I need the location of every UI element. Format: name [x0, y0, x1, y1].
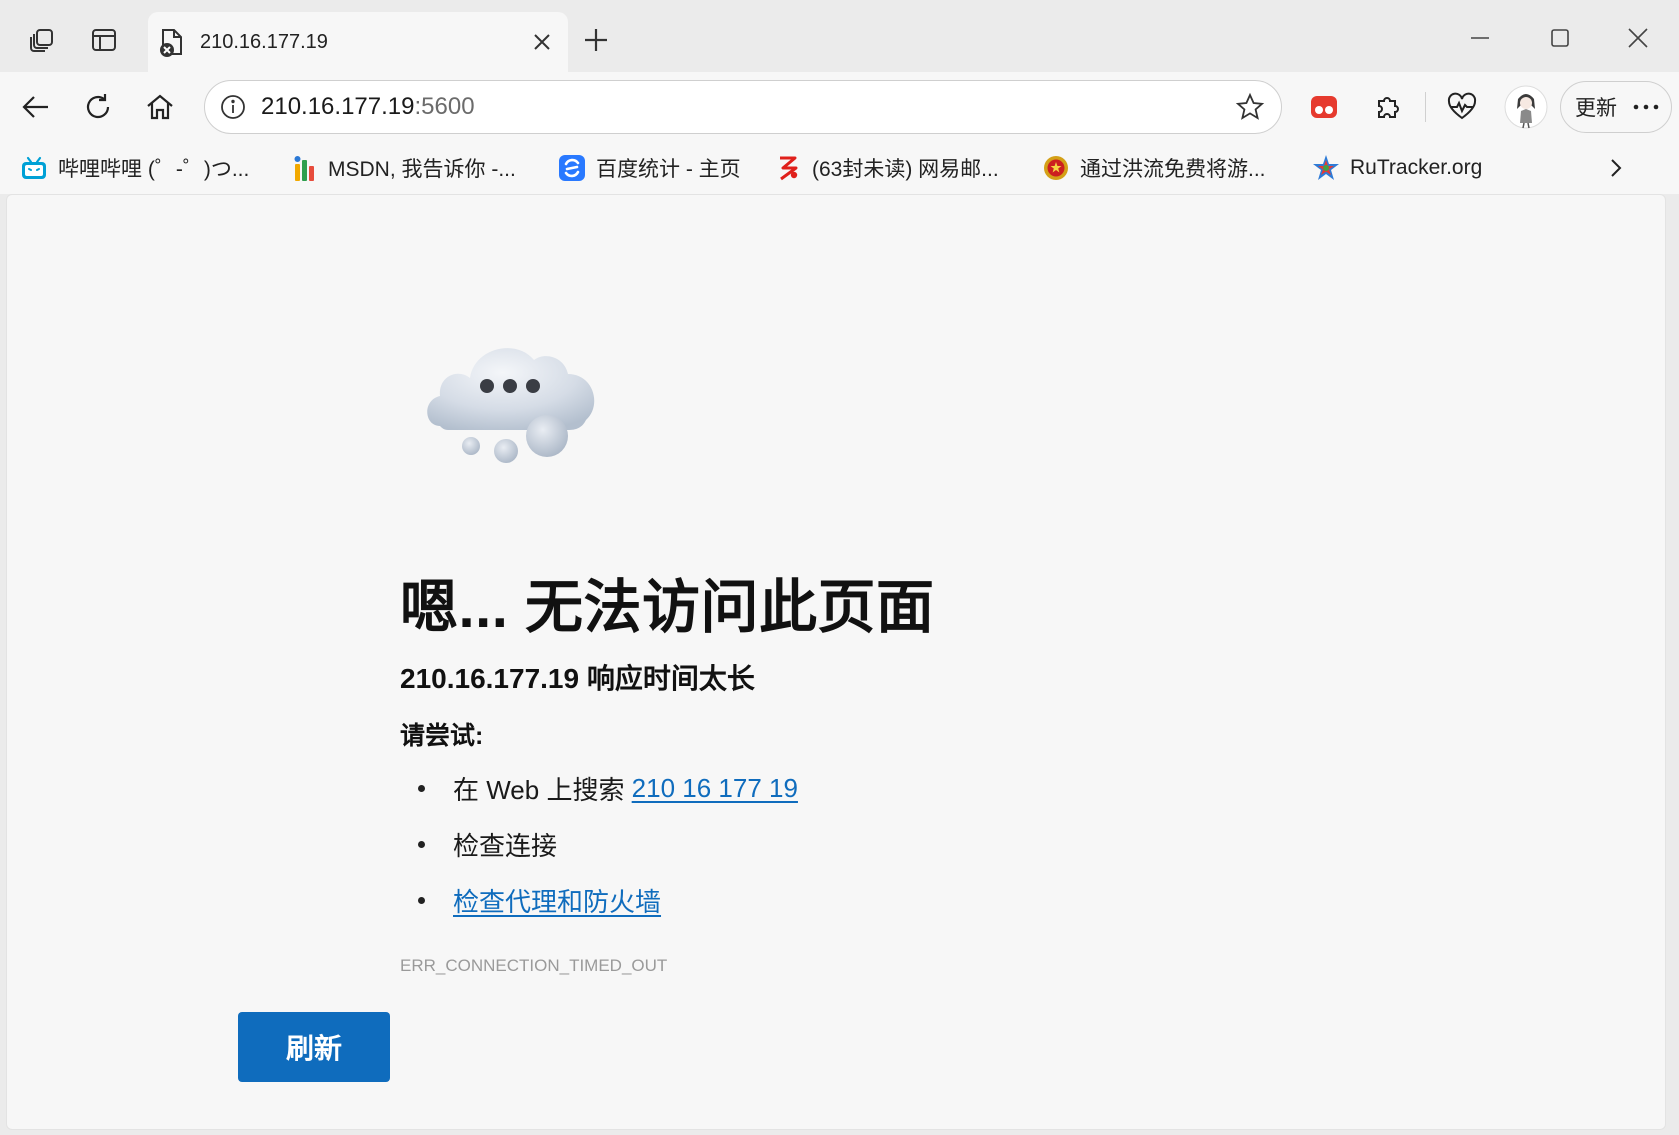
- back-button[interactable]: [10, 81, 62, 133]
- more-options-icon[interactable]: [1633, 103, 1659, 111]
- reload-button[interactable]: [72, 81, 124, 133]
- tab-actions-icon: [92, 29, 116, 51]
- suggestion-check-connection: 检查连接: [418, 826, 557, 863]
- bookmark-label: 通过洪流免费将游...: [1080, 158, 1266, 181]
- refresh-button[interactable]: 刷新: [238, 1012, 390, 1082]
- bookmark-emblem-site[interactable]: 通过洪流免费将游...: [1042, 150, 1266, 186]
- heartbeat-icon: [1447, 92, 1477, 120]
- performance-button[interactable]: [1436, 81, 1488, 133]
- reload-icon: [86, 94, 110, 119]
- url-host: 210.16.177.19: [261, 93, 415, 120]
- bookmark-label: RuTracker.org: [1350, 156, 1483, 179]
- toolbar-divider: [1425, 92, 1426, 122]
- bookmark-netease-mail[interactable]: (63封未读) 网易邮...: [774, 150, 999, 186]
- red-extension-button[interactable]: [1298, 81, 1350, 133]
- emblem-icon: [1042, 154, 1070, 182]
- update-button[interactable]: 更新: [1560, 81, 1672, 133]
- search-prefix-text: 在 Web 上搜索: [453, 775, 632, 805]
- close-tab-icon[interactable]: [532, 32, 552, 52]
- try-label: 请尝试:: [400, 722, 484, 750]
- bookmark-label: (63封未读) 网易邮...: [812, 158, 999, 181]
- minimize-icon: [1471, 37, 1489, 39]
- active-tab[interactable]: 210.16.177.19: [148, 12, 568, 72]
- minimize-button[interactable]: [1440, 14, 1520, 62]
- back-arrow-icon: [22, 96, 48, 118]
- bookmark-baidu-tongji[interactable]: 百度统计 - 主页: [558, 150, 741, 186]
- new-tab-button[interactable]: [572, 16, 620, 64]
- plus-icon: [585, 29, 607, 51]
- bullet: [418, 897, 425, 904]
- home-button[interactable]: [134, 81, 186, 133]
- error-code: ERR_CONNECTION_TIMED_OUT: [400, 956, 668, 975]
- msdn-icon: [290, 154, 318, 182]
- maximize-icon: [1551, 29, 1569, 47]
- bookmark-bilibili[interactable]: 哔哩哔哩 (゜-゜)つ...: [20, 150, 249, 186]
- favorite-star-icon[interactable]: [1235, 92, 1265, 122]
- url-port: :5600: [414, 93, 475, 120]
- address-bar[interactable]: 210.16.177.19:5600: [204, 80, 1282, 134]
- bullet: [418, 785, 425, 792]
- page-content: [6, 194, 1666, 1130]
- check-connection-text: 检查连接: [453, 831, 558, 861]
- red-extension-icon: [1311, 96, 1337, 118]
- cloud-illustration-icon: [418, 326, 608, 481]
- maximize-button[interactable]: [1520, 14, 1600, 62]
- page-error-favicon-icon: [158, 27, 186, 57]
- bullet: [418, 841, 425, 848]
- extensions-button[interactable]: [1362, 81, 1414, 133]
- site-info-icon[interactable]: [219, 93, 247, 121]
- bookmark-label: MSDN, 我告诉你 -...: [328, 158, 516, 181]
- home-icon: [147, 94, 173, 120]
- avatar: [1504, 85, 1548, 129]
- bilibili-icon: [20, 154, 48, 182]
- check-proxy-firewall-link[interactable]: 检查代理和防火墙: [453, 882, 661, 919]
- suggestion-search: 在 Web 上搜索 210 16 177 19: [418, 770, 798, 807]
- close-window-button[interactable]: [1598, 14, 1678, 62]
- url-text[interactable]: 210.16.177.19:5600: [261, 93, 1235, 121]
- baidu-tongji-icon: [558, 154, 586, 182]
- update-label: 更新: [1575, 97, 1617, 120]
- bookmark-rutracker[interactable]: RuTracker.org: [1312, 150, 1482, 186]
- close-icon: [1628, 28, 1648, 48]
- bookmark-label: 百度统计 - 主页: [596, 158, 741, 181]
- suggestion-check-proxy: 检查代理和防火墙: [418, 882, 661, 919]
- workspaces-button[interactable]: [18, 16, 66, 64]
- chevron-right-icon: [1611, 159, 1622, 177]
- tab-title: 210.16.177.19: [200, 30, 328, 53]
- netease-mail-icon: [774, 154, 802, 182]
- search-web-link[interactable]: 210 16 177 19: [632, 773, 798, 804]
- puzzle-icon: [1378, 97, 1399, 118]
- more-favorites-button[interactable]: [1590, 142, 1642, 194]
- bookmark-label: 哔哩哔哩 (゜-゜)つ...: [58, 158, 250, 181]
- vertical-tabs-button[interactable]: [80, 16, 128, 64]
- bookmark-msdn[interactable]: MSDN, 我告诉你 -...: [290, 150, 516, 186]
- error-heading: 嗯... 无法访问此页面: [400, 575, 935, 640]
- profile-button[interactable]: [1500, 81, 1552, 133]
- rutracker-icon: [1312, 154, 1340, 182]
- error-subheading: 210.16.177.19 响应时间太长: [400, 663, 755, 694]
- workspaces-icon: [30, 29, 53, 52]
